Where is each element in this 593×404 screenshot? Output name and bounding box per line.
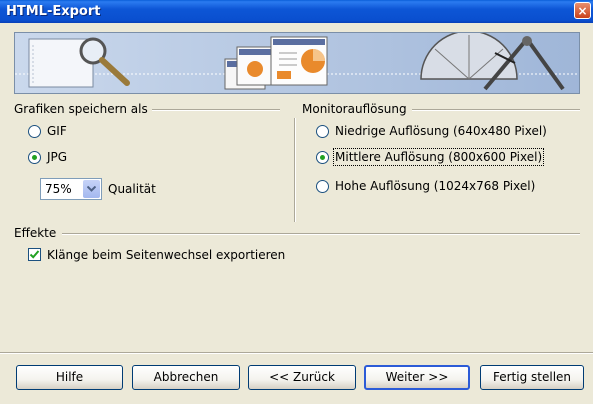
checkmark-icon — [29, 250, 40, 259]
radio-resolution-medium-indicator[interactable] — [316, 150, 329, 164]
radio-resolution-high[interactable]: Hohe Auflösung (1024x768 Pixel) — [316, 178, 535, 194]
button-bar-separator — [0, 352, 593, 354]
radio-gif-label: GIF — [47, 124, 67, 138]
monitor-separator — [412, 109, 580, 111]
radio-jpg-label: JPG — [47, 150, 68, 164]
column-separator — [294, 118, 296, 222]
sound-checkbox[interactable] — [28, 248, 41, 261]
radio-jpg-indicator[interactable] — [28, 150, 41, 164]
next-button[interactable]: Weiter >> — [364, 365, 470, 390]
radio-resolution-low[interactable]: Niedrige Auflösung (640x480 Pixel) — [316, 123, 547, 139]
back-button[interactable]: << Zurück — [248, 365, 356, 390]
effects-heading: Effekte — [14, 226, 57, 240]
quality-dropdown-button[interactable] — [83, 180, 100, 198]
radio-resolution-high-indicator[interactable] — [316, 179, 329, 193]
close-icon: × — [577, 4, 588, 18]
quality-value: 75% — [45, 182, 72, 196]
radio-resolution-medium[interactable]: Mittlere Auflösung (800x600 Pixel) — [316, 148, 545, 166]
banner-illustration — [15, 33, 579, 93]
radio-gif[interactable]: GIF — [28, 123, 67, 139]
cancel-button[interactable]: Abbrechen — [132, 365, 240, 390]
radio-resolution-low-label: Niedrige Auflösung (640x480 Pixel) — [335, 124, 547, 138]
effects-separator — [62, 233, 580, 235]
radio-resolution-high-label: Hohe Auflösung (1024x768 Pixel) — [335, 179, 536, 193]
graphics-heading: Grafiken speichern als — [14, 102, 148, 116]
header-banner — [14, 32, 580, 94]
graphics-separator — [152, 109, 280, 111]
quality-label: Qualität — [108, 182, 156, 196]
sound-checkbox-label: Klänge beim Seitenwechsel exportieren — [47, 248, 286, 262]
finish-button[interactable]: Fertig stellen — [480, 365, 584, 390]
radio-resolution-medium-label: Mittlere Auflösung (800x600 Pixel) — [332, 148, 545, 166]
close-button[interactable]: × — [574, 2, 591, 19]
radio-gif-indicator[interactable] — [28, 124, 41, 138]
window-title: HTML-Export — [6, 4, 101, 19]
radio-resolution-low-indicator[interactable] — [316, 124, 329, 138]
chevron-down-icon — [87, 186, 96, 192]
quality-select[interactable]: 75% — [40, 178, 102, 200]
monitor-heading: Monitorauflösung — [302, 102, 407, 116]
radio-jpg[interactable]: JPG — [28, 149, 67, 165]
title-bar[interactable]: HTML-Export × — [0, 0, 593, 23]
help-button[interactable]: Hilfe — [16, 365, 123, 390]
